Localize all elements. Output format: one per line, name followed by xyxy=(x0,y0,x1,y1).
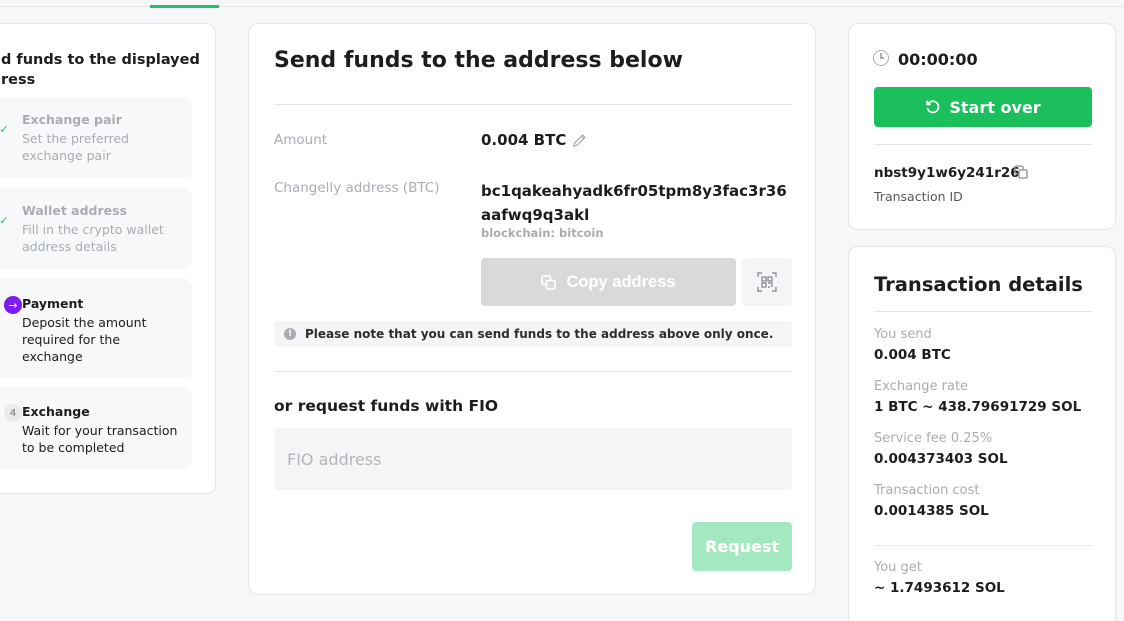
step-number-icon: 4 xyxy=(4,404,22,422)
transaction-id: nbst9y1w6y241r26 xyxy=(874,165,1020,181)
amount-row: 0.004 BTC xyxy=(481,131,587,149)
restart-icon xyxy=(925,99,941,115)
transaction-cost-value: 0.0014385 SOL xyxy=(874,503,989,519)
you-send-value: 0.004 BTC xyxy=(874,347,951,363)
checkmark-icon: ✓ xyxy=(0,213,9,227)
divider xyxy=(874,311,1092,312)
transaction-cost-label: Transaction cost xyxy=(874,483,980,498)
service-fee-value: 0.004373403 SOL xyxy=(874,451,1008,467)
step-title: Payment xyxy=(22,296,84,311)
edit-pencil-icon[interactable] xyxy=(572,133,587,148)
step-title: Exchange xyxy=(22,404,90,419)
start-over-label: Start over xyxy=(949,97,1041,117)
transaction-details-panel: Transaction details You send 0.004 BTC E… xyxy=(848,246,1116,621)
blockchain-label: blockchain: bitcoin xyxy=(481,226,604,240)
notice-banner: ! Please note that you can send funds to… xyxy=(274,321,792,347)
checkmark-icon: ✓ xyxy=(0,122,9,136)
steps-title-line-1: d funds to the displayed xyxy=(1,52,200,68)
step-description: Deposit the amount required for the exch… xyxy=(22,315,147,364)
steps-title-line-2: ress xyxy=(1,72,36,88)
info-exclamation-icon: ! xyxy=(284,328,296,340)
request-button[interactable]: Request xyxy=(692,522,792,571)
divider xyxy=(274,104,792,105)
steps-panel: d funds to the displayed ress ✓ Exchange… xyxy=(0,23,216,494)
notice-text: Please note that you can send funds to t… xyxy=(305,327,774,341)
step-description: Wait for your transaction to be complete… xyxy=(22,423,178,455)
payment-panel: Send funds to the address below Amount 0… xyxy=(248,23,816,595)
timer-panel: 00:00:00 Start over nbst9y1w6y241r26 Tra… xyxy=(848,23,1116,230)
qr-code-button[interactable] xyxy=(742,258,792,306)
step-title: Exchange pair xyxy=(22,112,122,127)
transaction-id-label: Transaction ID xyxy=(874,189,963,204)
exchange-rate-label: Exchange rate xyxy=(874,379,969,394)
step-description: Fill in the crypto wallet address detail… xyxy=(22,222,164,254)
amount-value: 0.004 BTC xyxy=(481,131,567,149)
arrow-right-icon: → xyxy=(4,296,22,314)
step-payment: → Payment Deposit the amount required fo… xyxy=(0,279,192,378)
you-send-label: You send xyxy=(874,327,932,342)
step-title: Wallet address xyxy=(22,203,128,218)
you-get-label: You get xyxy=(874,560,922,575)
page-title: Send funds to the address below xyxy=(274,48,683,73)
qr-code-icon xyxy=(757,272,777,292)
you-get-value: ~ 1.7493612 SOL xyxy=(874,580,1005,596)
step-exchange-pair: ✓ Exchange pair Set the preferred exchan… xyxy=(0,97,192,178)
divider xyxy=(874,545,1092,546)
copy-icon xyxy=(541,274,557,290)
copy-address-button[interactable]: Copy address xyxy=(481,258,736,306)
step-description: Set the preferred exchange pair xyxy=(22,131,129,163)
deposit-address: bc1qakeahyadk6fr05tpm8y3fac3r36aafwq9q3a… xyxy=(481,182,787,224)
countdown-timer: 00:00:00 xyxy=(898,50,978,69)
step-wallet-address: ✓ Wallet address Fill in the crypto wall… xyxy=(0,188,192,269)
start-over-button[interactable]: Start over xyxy=(874,87,1092,127)
active-tab-indicator xyxy=(150,5,219,8)
step-exchange: 4 Exchange Wait for your transaction to … xyxy=(0,387,192,469)
copy-transaction-id-icon[interactable] xyxy=(1014,165,1028,179)
fio-address-input[interactable] xyxy=(274,428,792,490)
fio-section-title: or request funds with FIO xyxy=(274,397,499,415)
clock-icon xyxy=(873,50,889,66)
service-fee-label: Service fee 0.25% xyxy=(874,431,993,446)
divider xyxy=(874,144,1092,145)
divider xyxy=(274,371,792,372)
copy-address-label: Copy address xyxy=(566,272,676,291)
address-label: Changelly address (BTC) xyxy=(274,180,440,196)
exchange-rate-value: 1 BTC ~ 438.79691729 SOL xyxy=(874,399,1082,415)
amount-label: Amount xyxy=(274,132,328,148)
details-title: Transaction details xyxy=(874,273,1083,296)
steps-title: d funds to the displayed ress xyxy=(1,50,206,90)
